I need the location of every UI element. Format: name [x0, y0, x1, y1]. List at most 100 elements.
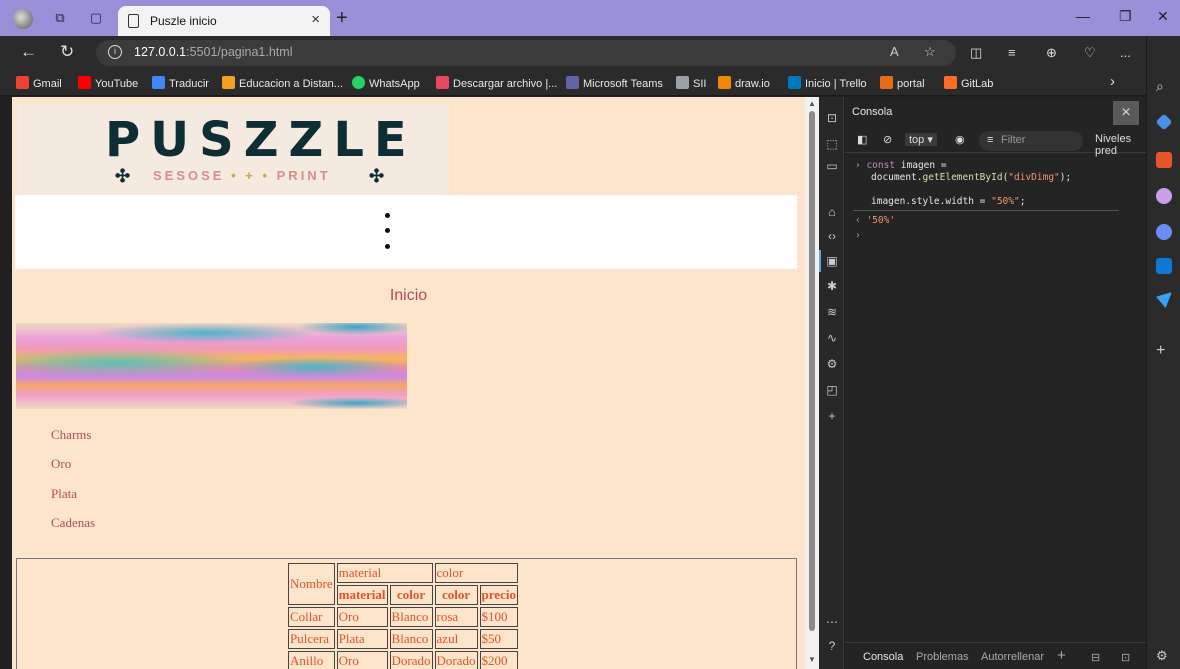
youtube-icon [78, 76, 91, 89]
application-icon[interactable]: ◰ [825, 383, 839, 397]
menu-box [15, 195, 797, 269]
address-bar[interactable]: i 127.0.0.1:5501/pagina1.html A ☆ [96, 40, 956, 66]
gear-icon[interactable]: ⚙ [825, 357, 839, 371]
collections-icon[interactable]: ⊕ [1046, 45, 1057, 61]
add-tool-icon[interactable]: + [825, 409, 839, 423]
bookmark-whatsapp[interactable]: WhatsApp [352, 76, 420, 90]
kebab-dot-icon[interactable] [385, 244, 390, 249]
bookmark-descargar[interactable]: Descargar archivo |... [436, 76, 557, 90]
minimize-button[interactable]: — [1076, 8, 1090, 24]
profile-avatar[interactable] [13, 9, 33, 29]
bug-icon[interactable]: ✱ [825, 279, 839, 293]
table-cell: Oro [336, 651, 388, 669]
tab-actions-icon[interactable]: ▢ [88, 10, 104, 26]
elements-code-icon[interactable]: ‹› [825, 229, 839, 243]
kebab-dot-icon[interactable] [385, 213, 390, 218]
devtools-header: Consola × [845, 97, 1146, 129]
trello-icon [788, 76, 801, 89]
kebab-dot-icon[interactable] [385, 228, 390, 233]
bookmark-youtube[interactable]: YouTube [78, 76, 138, 90]
scroll-thumb[interactable] [809, 111, 815, 631]
header-nombre: Nombre [288, 563, 335, 605]
nav-link-plata[interactable]: Plata [51, 486, 77, 502]
log-levels-dropdown[interactable]: Niveles pred [1095, 133, 1146, 157]
sidebar-toggle-icon[interactable]: ◧ [857, 133, 867, 146]
bookmark-sii[interactable]: SII [676, 76, 706, 90]
table-cell: $50 [479, 629, 518, 649]
close-window-button[interactable]: ✕ [1157, 8, 1169, 25]
drawer-tab-consola[interactable]: Consola [863, 651, 903, 663]
read-aloud-icon[interactable]: A [890, 44, 899, 59]
welcome-home-icon[interactable]: ⌂ [825, 205, 839, 219]
scroll-down-icon[interactable]: ▼ [808, 655, 816, 664]
chevron-right-icon[interactable]: › [1110, 73, 1115, 90]
page-scrollbar[interactable]: ▲ ▼ [805, 97, 819, 669]
sii-icon [676, 76, 689, 89]
bookmark-portal[interactable]: portal [880, 76, 925, 90]
bookmark-gmail[interactable]: Gmail [16, 76, 62, 90]
copilot-icon[interactable] [1156, 224, 1172, 240]
table-cell: Dorado [434, 651, 478, 669]
split-screen-icon[interactable]: ◫ [970, 45, 982, 61]
add-drawer-tab-icon[interactable]: + [1057, 647, 1066, 664]
outlook-icon[interactable] [1156, 258, 1172, 274]
bookmark-drawio[interactable]: draw.io [718, 76, 770, 90]
table-cell: rosa [434, 607, 478, 627]
eye-icon[interactable]: ◉ [955, 133, 965, 146]
new-tab-button[interactable]: + [336, 7, 348, 30]
device-emulation-icon[interactable]: ⊡ [825, 111, 839, 125]
tag-icon[interactable] [1155, 113, 1173, 131]
table-cell: Collar [288, 607, 335, 627]
table-container: Nombre material color material color col… [16, 558, 797, 669]
favorites-icon[interactable]: ≡ [1008, 45, 1016, 60]
drawer-tab-autorrellenar[interactable]: Autorrellenar [981, 651, 1044, 663]
more-tools-icon[interactable]: ⋯ [825, 615, 839, 629]
send-icon[interactable] [1156, 292, 1172, 308]
favorite-star-icon[interactable]: ☆ [924, 44, 936, 60]
toolbox-icon[interactable] [1156, 152, 1172, 168]
tab-puszle-inicio[interactable]: Puszle inicio × [118, 6, 330, 36]
nav-link-oro[interactable]: Oro [51, 456, 71, 472]
restore-button[interactable]: ❐ [1119, 8, 1132, 25]
tab-title: Puszle inicio [150, 14, 217, 28]
site-info-icon[interactable]: i [108, 45, 122, 59]
add-icon[interactable]: + [1156, 342, 1172, 359]
drawer-tab-problemas[interactable]: Problemas [916, 651, 969, 663]
console-input-line-2: document.getElementById("divDimg"); [871, 172, 1072, 183]
console-icon[interactable]: ▣ [825, 254, 839, 268]
nav-link-cadenas[interactable]: Cadenas [51, 515, 95, 531]
document-icon [128, 14, 139, 28]
bookmark-traducir[interactable]: Traducir [152, 76, 209, 90]
bookmark-gitlab[interactable]: GitLab [944, 76, 993, 90]
nav-link-charms[interactable]: Charms [51, 427, 91, 443]
console-prompt[interactable]: › [855, 230, 861, 241]
bookmark-educacion[interactable]: Educacion a Distan... [222, 76, 343, 90]
dock-icon[interactable]: ⊟ [1091, 651, 1100, 664]
filter-input[interactable]: ≡ Filter [979, 131, 1083, 151]
close-tab-icon[interactable]: × [311, 11, 320, 28]
close-panel-icon[interactable]: × [1113, 101, 1139, 125]
people-icon[interactable] [1156, 188, 1172, 204]
bookmark-teams[interactable]: Microsoft Teams [566, 76, 663, 90]
refresh-button[interactable]: ↻ [60, 42, 74, 62]
back-button[interactable]: ← [20, 42, 37, 62]
console-result: ‹ '50%' [855, 215, 896, 226]
performance-icon[interactable]: ♡ [1084, 45, 1096, 61]
settings-more-icon[interactable]: ... [1120, 45, 1131, 60]
scroll-up-icon[interactable]: ▲ [808, 99, 816, 108]
window-icon[interactable]: ▭ [825, 159, 839, 173]
clear-console-icon[interactable]: ⊘ [883, 133, 892, 146]
gear-icon[interactable]: ⚙ [1156, 648, 1172, 664]
bookmark-trello[interactable]: Inicio | Trello [788, 76, 867, 90]
table-cell: Anillo [288, 651, 335, 669]
drawer-collapse-icon[interactable]: ⊡ [1121, 651, 1130, 664]
context-select[interactable]: top ▾ [905, 133, 937, 146]
table-row: Pulcera Plata Blanco azul $50 [288, 629, 518, 649]
search-icon[interactable]: ⌕ [1156, 78, 1172, 94]
network-wifi-icon[interactable]: ≋ [825, 305, 839, 319]
performance-icon[interactable]: ∿ [825, 331, 839, 345]
inspect-icon[interactable]: ⬚ [825, 137, 839, 151]
workspaces-icon[interactable]: ⧉ [52, 10, 68, 26]
header-color: color [389, 585, 433, 605]
help-icon[interactable]: ? [825, 639, 839, 653]
